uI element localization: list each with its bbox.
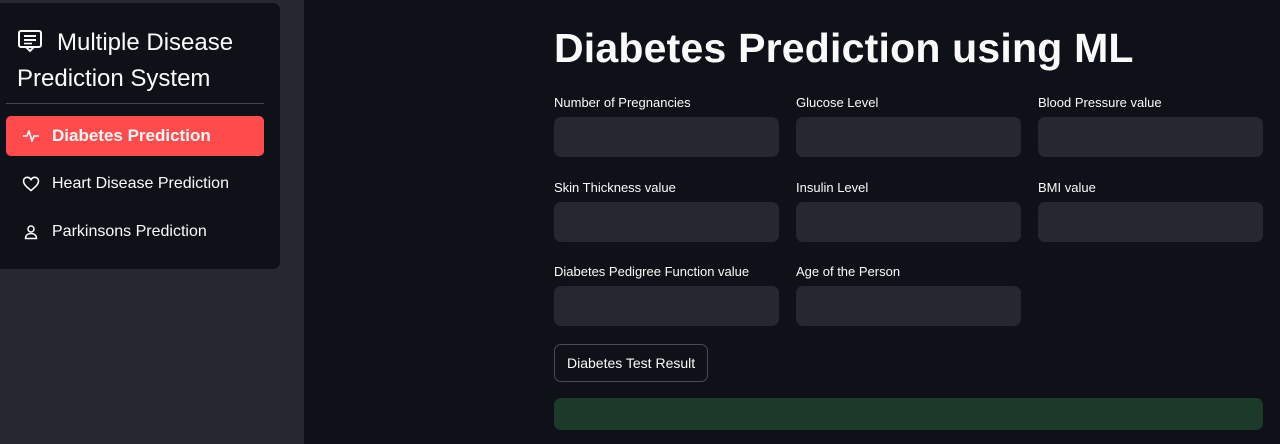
pedigree-input[interactable]: [554, 286, 779, 326]
nav-item-label: Heart Disease Prediction: [52, 175, 229, 192]
field-glucose: Glucose Level: [796, 94, 1021, 157]
field-label: Insulin Level: [796, 180, 869, 195]
pregnancies-input[interactable]: [554, 117, 779, 157]
diabetes-test-result-button[interactable]: Diabetes Test Result: [554, 344, 709, 382]
nav-item-heart-disease[interactable]: Heart Disease Prediction: [6, 164, 264, 204]
field-label: Blood Pressure value: [1038, 95, 1162, 110]
blood-pressure-input[interactable]: [1038, 117, 1263, 157]
field-label: BMI value: [1038, 180, 1096, 195]
page-title: Diabetes Prediction using ML: [554, 25, 1134, 71]
result-alert: [554, 398, 1263, 430]
activity-icon: [22, 127, 40, 145]
sidebar: Multiple Disease Prediction System Diabe…: [0, 0, 304, 444]
menu-title: Multiple Disease Prediction System: [17, 29, 234, 92]
bmi-input[interactable]: [1038, 202, 1263, 242]
nav-item-label: Diabetes Prediction: [52, 126, 211, 145]
field-blood-pressure: Blood Pressure value: [1038, 94, 1263, 157]
field-label: Diabetes Pedigree Function value: [554, 264, 750, 279]
field-insulin: Insulin Level: [796, 179, 1021, 242]
insulin-input[interactable]: [796, 202, 1021, 242]
person-icon: [22, 223, 40, 241]
field-skin-thickness: Skin Thickness value: [554, 179, 779, 242]
field-label: Number of Pregnancies: [554, 95, 691, 110]
nav-item-diabetes[interactable]: Diabetes Prediction: [6, 116, 264, 156]
field-label: Age of the Person: [796, 264, 901, 279]
menu-divider: [6, 103, 264, 104]
glucose-input[interactable]: [796, 117, 1021, 157]
option-menu: Multiple Disease Prediction System Diabe…: [0, 3, 280, 269]
field-label: Skin Thickness value: [554, 180, 676, 195]
field-age: Age of the Person: [796, 263, 1021, 326]
skin-thickness-input[interactable]: [554, 202, 779, 242]
field-pedigree: Diabetes Pedigree Function value: [554, 263, 779, 326]
nav-item-parkinsons[interactable]: Parkinsons Prediction: [6, 212, 264, 252]
field-pregnancies: Number of Pregnancies: [554, 94, 779, 157]
heart-icon: [22, 175, 40, 193]
list-alt-icon: [17, 28, 43, 53]
age-input[interactable]: [796, 286, 1021, 326]
field-label: Glucose Level: [796, 95, 879, 110]
field-bmi: BMI value: [1038, 179, 1263, 242]
menu-header: Multiple Disease Prediction System: [17, 25, 257, 97]
nav-item-label: Parkinsons Prediction: [52, 223, 207, 240]
